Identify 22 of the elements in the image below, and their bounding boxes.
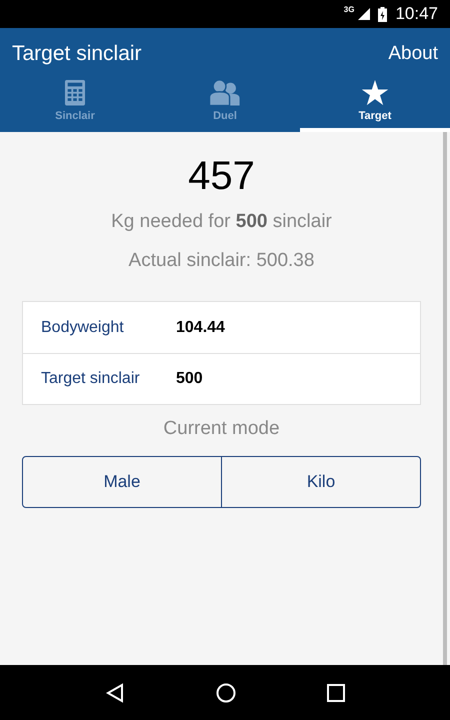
actual-sinclair: Actual sinclair: 500.38: [128, 248, 314, 272]
mode-title: Current mode: [163, 417, 280, 441]
people-icon: [208, 80, 242, 106]
input-field[interactable]: 104.44: [176, 316, 402, 340]
back-icon[interactable]: [105, 682, 126, 702]
tab[interactable]: Target: [300, 80, 450, 132]
mode-button[interactable]: Male: [22, 456, 222, 508]
field-label: Target sinclair: [41, 369, 141, 389]
network-label: 3G: [344, 4, 354, 16]
result-value: 457: [188, 153, 255, 200]
recents-icon[interactable]: [326, 684, 345, 702]
input-field[interactable]: 500: [176, 367, 402, 391]
field-label: Bodyweight: [41, 318, 125, 338]
about-button[interactable]: About: [388, 40, 438, 68]
signal-icon: [358, 8, 370, 20]
calculator-icon: [64, 80, 86, 106]
mode-button[interactable]: Kilo: [222, 456, 421, 508]
clock: 10:47: [395, 3, 438, 26]
home-icon[interactable]: [216, 682, 236, 702]
battery-icon: [378, 6, 388, 22]
app-title: Target sinclair: [12, 41, 142, 68]
result-caption: Kg needed for 500 sinclair: [111, 210, 332, 234]
